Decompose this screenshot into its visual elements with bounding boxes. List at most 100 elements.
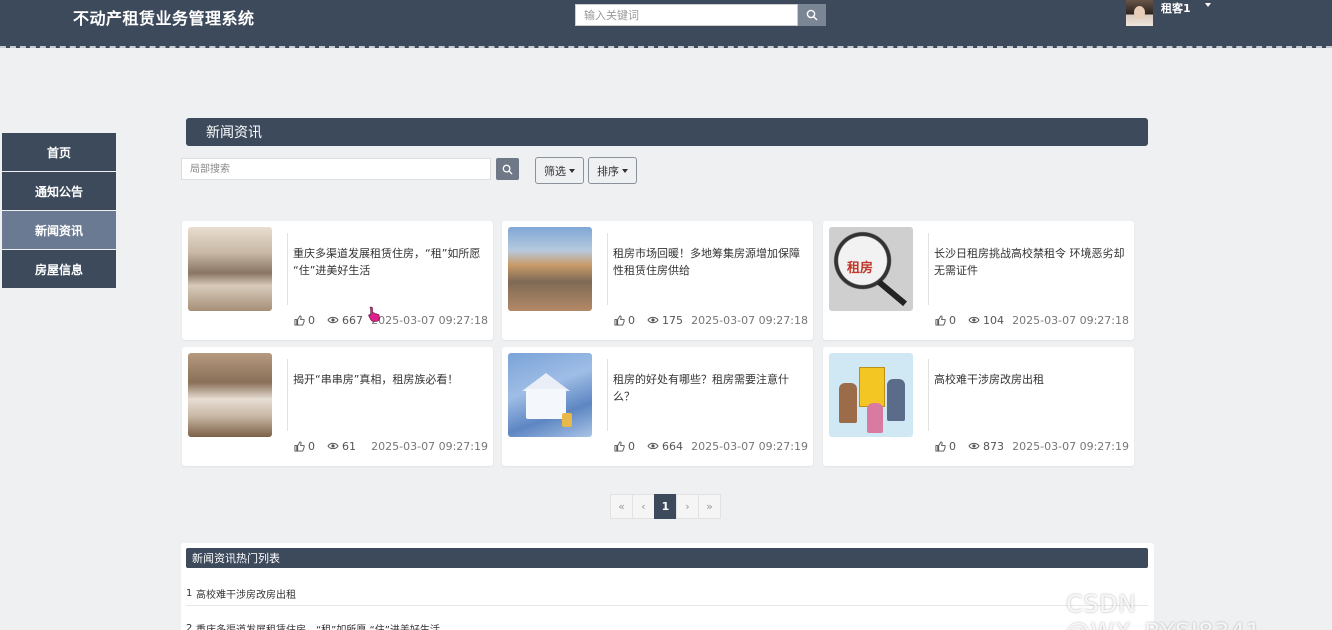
- sort-dropdown[interactable]: 排序: [588, 157, 637, 184]
- search-icon: [806, 9, 818, 21]
- divider: [607, 359, 608, 431]
- divider: [928, 233, 929, 305]
- eye-icon: [647, 316, 659, 324]
- news-thumbnail[interactable]: [188, 353, 272, 437]
- magnifier-handle: [877, 279, 907, 307]
- news-time: 2025-03-07 09:27:18: [1012, 313, 1129, 327]
- views: 175: [647, 314, 683, 327]
- news-card[interactable]: 租房市场回暖！多地筹集房源增加保障性租赁住房供给 0 175 2025-03-0…: [502, 221, 813, 340]
- local-search-input[interactable]: [181, 158, 491, 180]
- caret-down-icon: [569, 168, 575, 173]
- news-card[interactable]: 租房的好处有哪些？租房需要注意什么？ 0 664 2025-03-07 09:2…: [502, 347, 813, 466]
- top-header: 不动产租赁业务管理系统 租客1: [0, 0, 1332, 48]
- page-first-button[interactable]: «: [610, 494, 633, 519]
- news-thumbnail[interactable]: [508, 227, 592, 311]
- views: 61: [327, 440, 356, 453]
- avatar[interactable]: [1126, 0, 1153, 26]
- news-meta: 0 873 2025-03-07 09:27:19: [935, 438, 1129, 454]
- eye-icon: [647, 442, 659, 450]
- coin-stack: [562, 413, 572, 427]
- hot-list-index: 2: [186, 623, 193, 630]
- hot-list-title: 新闻资讯热门列表: [186, 548, 1148, 568]
- view-count: 175: [662, 313, 683, 327]
- user-name[interactable]: 租客1: [1161, 0, 1191, 16]
- sidebar-item-houses[interactable]: 房屋信息: [2, 250, 116, 288]
- sort-label: 排序: [597, 164, 619, 178]
- like-count: 0: [628, 439, 635, 453]
- views: 664: [647, 440, 683, 453]
- news-title[interactable]: 租房的好处有哪些？租房需要注意什么？: [613, 371, 805, 405]
- caret-down-icon[interactable]: [1204, 3, 1211, 7]
- news-time: 2025-03-07 09:27:19: [1012, 439, 1129, 453]
- person-illustration: [887, 379, 905, 421]
- header-search: [575, 4, 826, 26]
- news-time: 2025-03-07 09:27:18: [371, 313, 488, 327]
- news-meta: 0 104 2025-03-07 09:27:18: [935, 312, 1129, 328]
- news-thumbnail[interactable]: [829, 353, 913, 437]
- news-thumbnail[interactable]: [188, 227, 272, 311]
- person-illustration: [839, 383, 857, 423]
- thumbnail-text: 租房: [847, 261, 874, 276]
- views: 104: [968, 314, 1004, 327]
- pagination: « ‹ 1 › »: [610, 494, 721, 519]
- divider: [287, 233, 288, 305]
- app-title: 不动产租赁业务管理系统: [73, 9, 255, 28]
- thumbs-up-icon[interactable]: [294, 440, 305, 452]
- sidebar-item-notices[interactable]: 通知公告: [2, 172, 116, 210]
- hot-list-item-title[interactable]: 重庆多渠道发展租赁住房，“租”如所愿 “住”进美好生活: [196, 621, 440, 630]
- thumbs-up-icon[interactable]: [294, 314, 305, 326]
- news-card[interactable]: 高校难干涉房改房出租 0 873 2025-03-07 09:27:19: [823, 347, 1134, 466]
- view-count: 61: [342, 439, 356, 453]
- hot-list-panel: 新闻资讯热门列表 1 高校难干涉房改房出租 2 重庆多渠道发展租赁住房，“租”如…: [181, 543, 1154, 630]
- search-button[interactable]: [798, 4, 826, 26]
- news-title[interactable]: 长沙日租房挑战高校禁租令 环境恶劣却无需证件: [934, 245, 1126, 279]
- news-card[interactable]: 租房 长沙日租房挑战高校禁租令 环境恶劣却无需证件 0 104 2025-03-…: [823, 221, 1134, 340]
- news-thumbnail[interactable]: [508, 353, 592, 437]
- divider: [928, 359, 929, 431]
- news-time: 2025-03-07 09:27:18: [691, 313, 808, 327]
- like-count: 0: [628, 313, 635, 327]
- news-meta: 0 667 2025-03-07 09:27:18: [294, 312, 488, 328]
- search-input[interactable]: [575, 4, 798, 26]
- thumbs-up-icon[interactable]: [614, 440, 625, 452]
- views: 873: [968, 440, 1004, 453]
- thumbs-up-icon[interactable]: [935, 314, 946, 326]
- section-title: 新闻资讯: [186, 118, 1148, 146]
- page-prev-button[interactable]: ‹: [632, 494, 655, 519]
- hot-list-item[interactable]: 2 重庆多渠道发展租赁住房，“租”如所愿 “住”进美好生活: [186, 617, 1148, 630]
- news-card[interactable]: 揭开“串串房”真相，租房族必看！ 0 61 2025-03-07 09:27:1…: [182, 347, 493, 466]
- news-title[interactable]: 揭开“串串房”真相，租房族必看！: [293, 371, 485, 388]
- news-card[interactable]: 重庆多渠道发展租赁住房，“租”如所愿 “住”进美好生活 0 667 2025-0…: [182, 221, 493, 340]
- page-current-button[interactable]: 1: [654, 494, 677, 519]
- thumbs-up-icon[interactable]: [614, 314, 625, 326]
- page-last-button[interactable]: »: [698, 494, 721, 519]
- news-title[interactable]: 重庆多渠道发展租赁住房，“租”如所愿 “住”进美好生活: [293, 245, 485, 279]
- caret-down-icon: [622, 168, 628, 173]
- like-count: 0: [308, 313, 315, 327]
- sidebar-item-home[interactable]: 首页: [2, 133, 116, 171]
- view-count: 873: [983, 439, 1004, 453]
- hot-list-item[interactable]: 1 高校难干涉房改房出租: [186, 582, 1148, 606]
- like-count: 0: [308, 439, 315, 453]
- views: 667: [327, 314, 363, 327]
- news-time: 2025-03-07 09:27:19: [691, 439, 808, 453]
- news-thumbnail[interactable]: 租房: [829, 227, 913, 311]
- hot-list-item-title[interactable]: 高校难干涉房改房出租: [196, 586, 296, 601]
- sidebar: 首页 通知公告 新闻资讯 房屋信息: [2, 133, 116, 289]
- local-search-button[interactable]: [496, 158, 519, 180]
- thumbs-up-icon[interactable]: [935, 440, 946, 452]
- eye-icon: [327, 316, 339, 324]
- like-count: 0: [949, 439, 956, 453]
- news-title[interactable]: 租房市场回暖！多地筹集房源增加保障性租赁住房供给: [613, 245, 805, 279]
- user-menu[interactable]: 租客1: [1126, 0, 1211, 26]
- eye-icon: [968, 316, 980, 324]
- filter-dropdown[interactable]: 筛选: [535, 157, 584, 184]
- news-meta: 0 61 2025-03-07 09:27:19: [294, 438, 488, 454]
- hot-list-index: 1: [186, 588, 193, 599]
- view-count: 104: [983, 313, 1004, 327]
- page-next-button[interactable]: ›: [676, 494, 699, 519]
- news-title[interactable]: 高校难干涉房改房出租: [934, 371, 1126, 388]
- sidebar-item-news[interactable]: 新闻资讯: [2, 211, 116, 249]
- eye-icon: [968, 442, 980, 450]
- news-meta: 0 664 2025-03-07 09:27:19: [614, 438, 808, 454]
